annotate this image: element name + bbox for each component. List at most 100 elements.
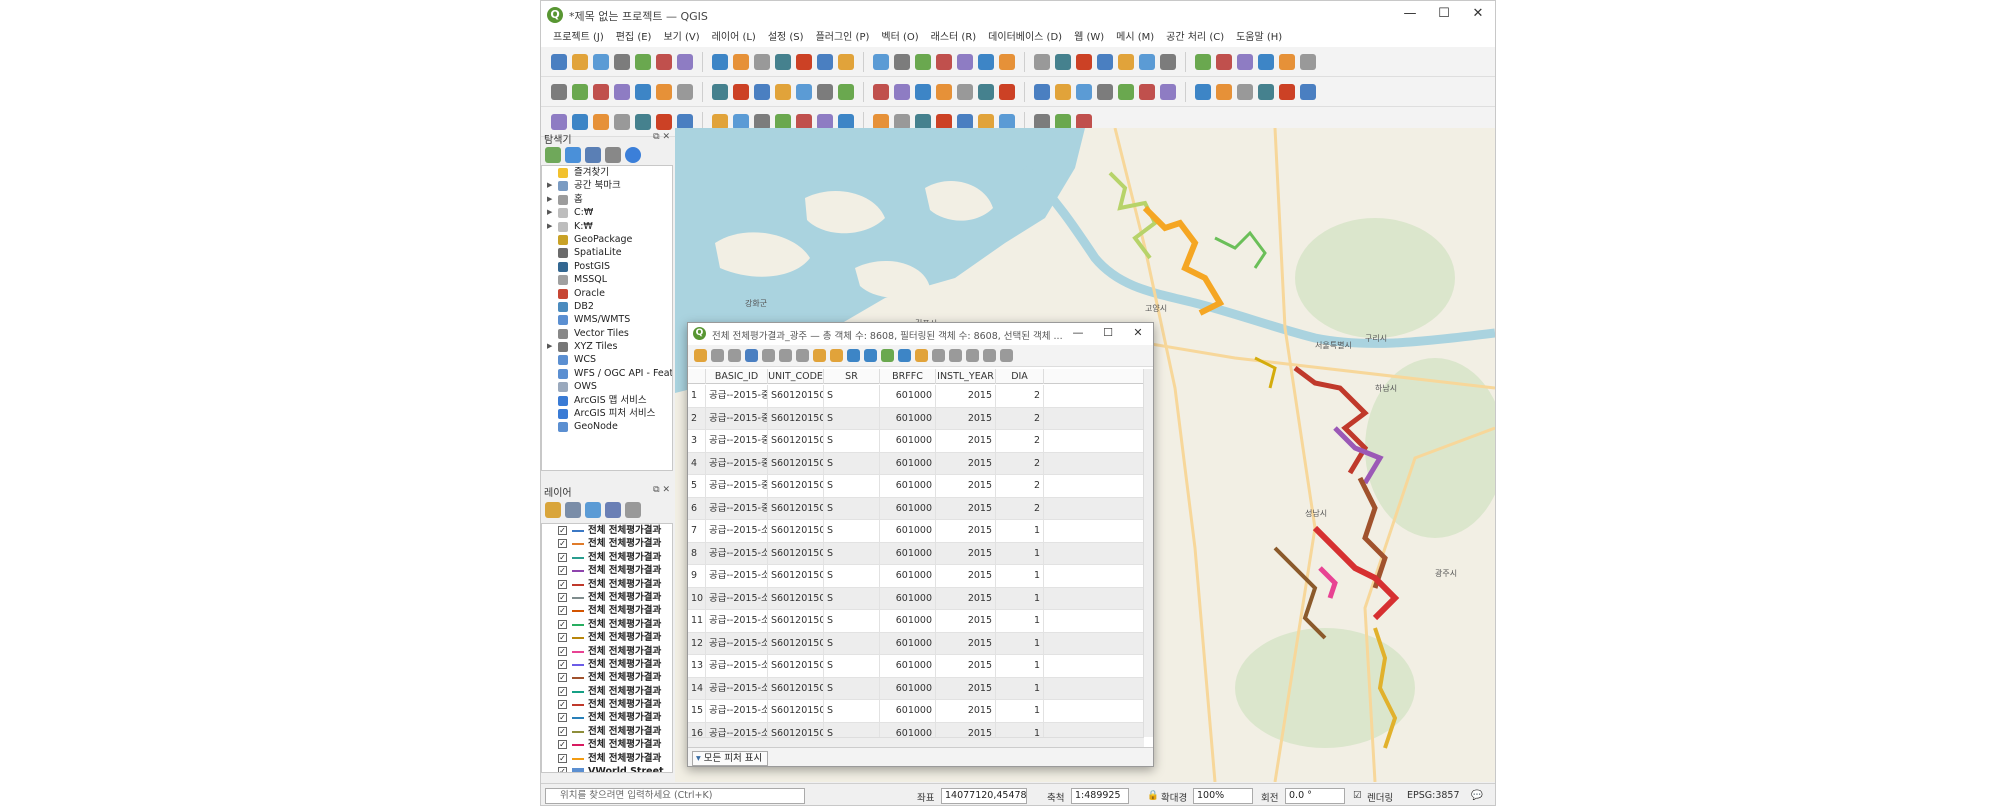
statistics-icon[interactable] [1300,53,1316,70]
select-icon[interactable] [817,83,833,100]
browser-item[interactable]: ArcGIS 맵 서비스 [542,394,672,407]
render-checkbox[interactable]: ☑ [1353,790,1362,801]
minimize-button[interactable]: — [1393,1,1427,29]
menu-item[interactable]: 레이어 (L) [706,29,762,47]
table-cell[interactable]: S [824,655,880,678]
table-cell[interactable]: 601000 [880,655,936,678]
select-icon[interactable] [936,53,952,70]
table-cell[interactable]: 601000 [880,700,936,723]
menu-item[interactable]: 벡터 (O) [875,29,924,47]
identify-icon[interactable] [635,83,651,100]
edit-icon[interactable] [873,53,889,70]
pan-icon[interactable] [635,53,651,70]
zoom-full-icon[interactable] [1216,53,1232,70]
layer-item[interactable]: ✓ 전체 전체평가결과 [542,738,672,751]
layer-item[interactable]: ✓ 전체 전체평가결과 [542,711,672,724]
table-cell[interactable]: 공급--2015-소... [706,610,768,633]
digitize-icon[interactable] [894,53,910,70]
table-cell[interactable]: 2015 [936,452,996,475]
menu-item[interactable]: 공간 처리 (C) [1160,29,1230,47]
annotation-icon[interactable] [817,53,833,70]
node-tool-icon[interactable] [1300,83,1316,100]
browser-item[interactable]: DB2 [542,300,672,313]
open-project-icon[interactable] [957,83,973,100]
table-cell[interactable]: 1 [996,700,1044,723]
table-cell[interactable]: S6012015012... [768,722,824,737]
open-project-icon[interactable] [572,53,588,70]
magnifier-field[interactable]: 100% [1193,788,1253,804]
close-button[interactable]: ✕ [1461,1,1495,29]
new-project-icon[interactable] [1055,53,1071,70]
table-cell[interactable]: 2015 [936,610,996,633]
table-cell[interactable]: 공급--2015-중... [706,430,768,453]
table-cell[interactable]: 601000 [880,587,936,610]
table-cell[interactable]: 601000 [880,452,936,475]
vertical-scrollbar[interactable] [1143,369,1153,737]
layer-visibility-checkbox[interactable]: ✓ [558,753,567,763]
table-cell[interactable]: 2 [996,497,1044,520]
collapse-all-icon[interactable] [605,147,621,163]
zoom-out-icon[interactable] [677,53,693,70]
table-cell[interactable]: S6012015012... [768,610,824,633]
browser-item[interactable]: ▶ 홈 [542,193,672,206]
table-cell[interactable]: 1 [996,722,1044,737]
table-cell[interactable]: S [824,475,880,498]
browser-item[interactable]: 즐겨찾기 [542,166,672,179]
table-cell[interactable]: 1 [996,565,1044,588]
layers-tree[interactable]: ✓ 전체 전체평가결과 ✓ 전체 전체평가결과 ✓ 전체 전체평가결과 ✓ 전체 전체평가결과… [541,523,673,773]
attribute-tool-icon[interactable] [830,349,843,362]
table-cell[interactable]: 601000 [880,520,936,543]
table-cell[interactable]: S [824,452,880,475]
table-row[interactable]: 9공급--2015-소...S6012015012...S60100020151 [688,565,1144,588]
browser-item[interactable]: GeoPackage [542,233,672,246]
layer-visibility-checkbox[interactable]: ✓ [558,700,567,710]
expand-arrow-icon[interactable]: ▶ [547,220,552,233]
attribute-tool-icon[interactable] [762,349,775,362]
browser-item[interactable]: ▶ 공간 북마크 [542,179,672,192]
minimize-button[interactable]: — [1063,323,1093,345]
scale-field[interactable]: 1:489925 [1071,788,1129,804]
table-cell[interactable]: 2 [996,385,1044,408]
table-row[interactable]: 16공급--2015-소...S6012015012...S6010002015… [688,722,1144,737]
help-icon[interactable] [915,83,931,100]
menu-item[interactable]: 데이터베이스 (D) [982,29,1068,47]
table-cell[interactable]: 2015 [936,722,996,737]
zoom-full-icon[interactable] [1097,83,1113,100]
pan-icon[interactable] [1139,53,1155,70]
identify-icon[interactable] [1139,83,1155,100]
table-cell[interactable]: 2015 [936,497,996,520]
attribute-tool-icon[interactable] [813,349,826,362]
table-row[interactable]: 5공급--2015-중...S6012015025...S60100020152 [688,475,1144,498]
table-cell[interactable]: 공급--2015-중... [706,475,768,498]
table-row[interactable]: 10공급--2015-소...S6012015012...S6010002015… [688,587,1144,610]
table-row[interactable]: 8공급--2015-소...S6012015012...S60100020151 [688,542,1144,565]
refresh-icon[interactable] [1118,83,1134,100]
table-cell[interactable]: 601000 [880,542,936,565]
layer-item[interactable]: ✓ 전체 전체평가결과 [542,698,672,711]
measure-icon[interactable] [1160,83,1176,100]
labels-icon[interactable] [957,53,973,70]
table-cell[interactable]: 1 [996,632,1044,655]
layer-item[interactable]: ✓ 전체 전체평가결과 [542,752,672,765]
print-layout-icon[interactable] [614,53,630,70]
table-cell[interactable]: 601000 [880,407,936,430]
table-cell[interactable]: 2015 [936,520,996,543]
table-cell[interactable]: S6012015012... [768,677,824,700]
layer-visibility-checkbox[interactable]: ✓ [558,566,567,576]
plugin-icon[interactable] [894,83,910,100]
table-cell[interactable]: S6012015025... [768,407,824,430]
annotation-icon[interactable] [712,83,728,100]
table-cell[interactable]: 공급--2015-소... [706,655,768,678]
table-cell[interactable]: 1 [996,587,1044,610]
zoom-in-icon[interactable] [551,83,567,100]
table-cell[interactable]: 2015 [936,407,996,430]
layer-item[interactable]: ✓ 전체 전체평가결과 [542,564,672,577]
column-header[interactable]: BRFFC [880,369,936,384]
layers-panel-buttons[interactable]: ⧉ ✕ [653,485,670,495]
table-cell[interactable]: 공급--2015-중... [706,407,768,430]
menu-item[interactable]: 래스터 (R) [925,29,983,47]
table-cell[interactable]: 공급--2015-중... [706,452,768,475]
layer-visibility-checkbox[interactable]: ✓ [558,619,567,629]
expand-arrow-icon[interactable]: ▶ [547,193,552,206]
print-layout-icon[interactable] [999,83,1015,100]
